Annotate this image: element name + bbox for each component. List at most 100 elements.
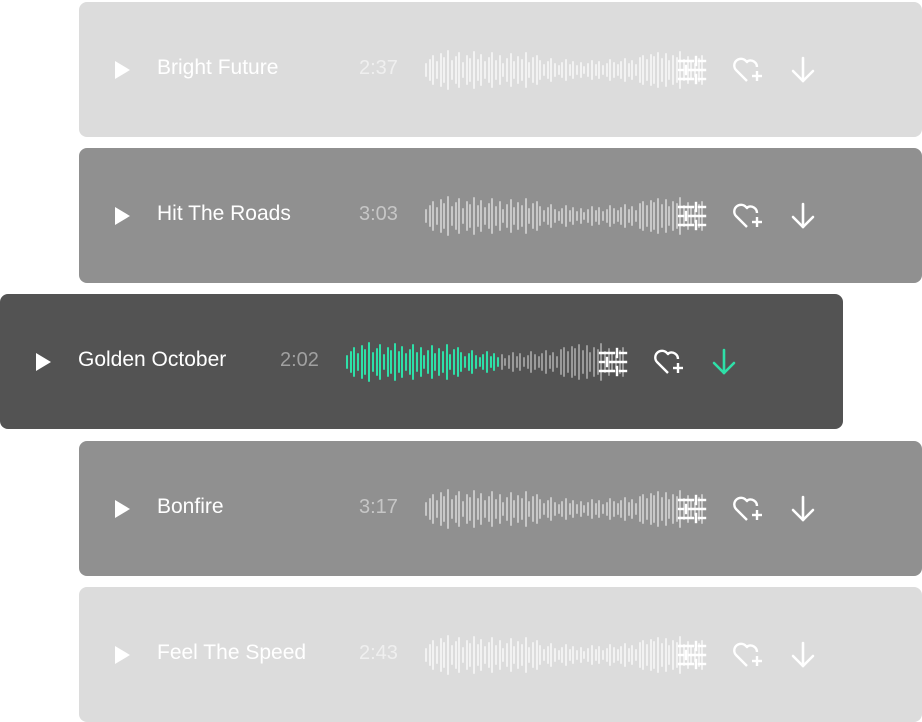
waveform-bar [660,58,663,82]
waveform-bar [623,204,626,228]
play-icon[interactable] [110,58,134,82]
waveform-bar [517,495,520,523]
waveform-bar [539,206,542,226]
waveform-bar [635,503,637,515]
waveform-bar [495,206,497,226]
sliders-icon[interactable] [677,201,707,231]
waveform-bar [605,502,608,516]
waveform-bar [620,207,623,225]
sliders-icon[interactable] [677,640,707,670]
waveform-bar [428,498,431,520]
waveform-bar [397,351,400,373]
waveform[interactable] [425,194,709,238]
waveform-bar [509,53,512,87]
waveform-bar [428,205,431,227]
track-title: Bright Future [157,56,279,79]
waveform-bar [432,494,435,524]
heart-plus-icon[interactable] [653,347,683,377]
waveform[interactable] [425,633,709,677]
track-duration: 2:37 [359,57,398,79]
waveform-bar [461,647,464,663]
track-row[interactable]: Bright Future 2:37 [79,2,922,137]
waveform-bar [576,650,579,660]
waveform-bar [454,56,457,84]
sliders-icon[interactable] [598,347,628,377]
waveform-bar [467,353,470,371]
download-arrow-icon[interactable] [788,55,818,85]
waveform-bar [535,494,538,524]
waveform-bar [561,208,564,224]
waveform-bar [416,352,418,372]
sliders-icon[interactable] [677,494,707,524]
play-icon[interactable] [110,497,134,521]
waveform-bar [627,502,630,516]
waveform-bar [671,640,674,670]
heart-plus-icon[interactable] [732,55,762,85]
download-arrow-icon[interactable] [788,201,818,231]
waveform-bar [546,500,549,518]
waveform-bar [430,345,433,379]
waveform-bar [498,201,501,231]
heart-plus-icon[interactable] [732,640,762,670]
download-arrow-icon[interactable] [788,494,818,524]
waveform-bar [535,201,538,231]
track-row[interactable]: Bonfire 3:17 [79,441,922,576]
waveform-bar [364,349,367,375]
waveform-bar [631,206,634,226]
waveform-bar [623,58,626,82]
waveform-bar [517,56,520,84]
waveform-bar [495,60,497,80]
waveform-bar [443,642,446,668]
waveform-bar [646,59,649,81]
waveform-bar [542,649,545,661]
waveform[interactable] [346,340,630,384]
waveform-bar [486,351,488,373]
waveform-bar [469,58,472,82]
waveform-bar [511,352,514,372]
waveform-bar [594,210,597,222]
track-row[interactable]: Feel The Speed 2:43 [79,587,922,722]
waveform-bar [668,645,671,665]
download-arrow-icon[interactable] [709,347,739,377]
waveform-bar [520,205,523,227]
waveform[interactable] [425,487,709,531]
waveform-bar [590,60,593,80]
waveform-bar [404,353,407,371]
waveform-bar [450,206,453,226]
waveform-bar [524,491,527,527]
waveform-bar [627,209,630,223]
waveform-bar [489,356,492,368]
waveform-bar [635,649,637,661]
waveform-bar [592,347,595,377]
waveform-bar [491,637,494,673]
waveform-bar [432,640,435,670]
waveform-bar [579,62,582,78]
heart-plus-icon[interactable] [732,494,762,524]
waveform-bar [638,642,641,668]
waveform-bar [447,489,450,529]
waveform-bar [463,356,466,368]
waveform-bar [483,646,486,664]
waveform-bar [572,61,575,79]
waveform-bar [546,646,549,664]
heart-plus-icon[interactable] [732,201,762,231]
waveform-bar [553,63,556,77]
waveform-bar [497,357,500,367]
waveform-bar [553,648,556,662]
download-arrow-icon[interactable] [788,640,818,670]
waveform-bar [649,200,652,232]
play-icon[interactable] [31,350,55,374]
waveform-bar [552,352,555,372]
sliders-icon[interactable] [677,55,707,85]
waveform-bar [454,495,457,523]
waveform-bar [461,62,464,78]
waveform-bar [657,198,660,234]
waveform-bar [609,498,612,520]
play-icon[interactable] [110,204,134,228]
track-row-active[interactable]: Golden October 2:02 [0,294,843,429]
track-row[interactable]: Hit The Roads 3:03 [79,148,922,283]
waveform-bar [531,203,534,229]
play-icon[interactable] [110,643,134,667]
waveform[interactable] [425,48,709,92]
waveform-bar [480,639,483,671]
